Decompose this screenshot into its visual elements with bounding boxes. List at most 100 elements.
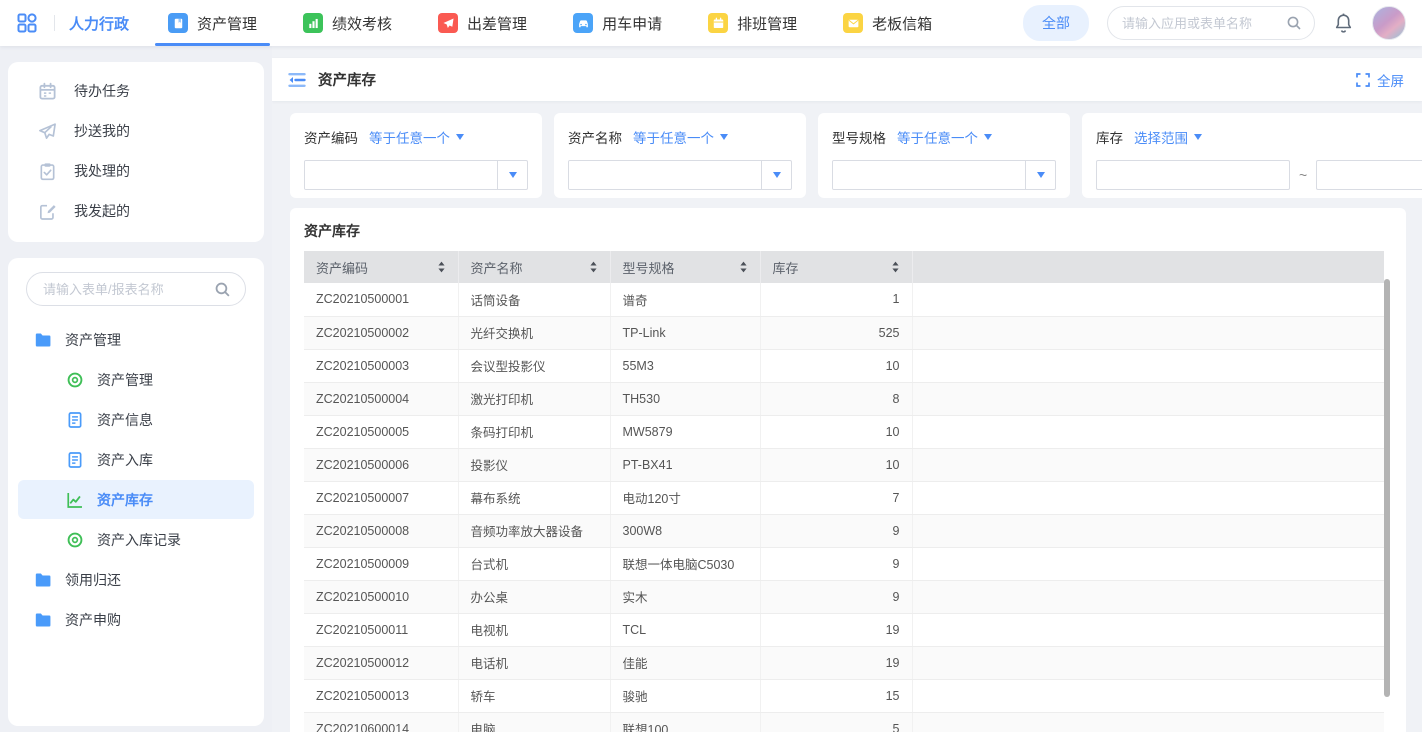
filter-value-input[interactable] <box>305 161 497 189</box>
nav-search-input[interactable] <box>1120 15 1278 32</box>
cell-stock: 525 <box>760 316 912 349</box>
tree-item-2[interactable]: 资产管理 <box>18 360 254 399</box>
cell-empty <box>912 547 1384 580</box>
page-title: 资产库存 <box>318 69 376 90</box>
filter-field-label: 库存 <box>1096 127 1123 147</box>
filter-operator-dropdown[interactable]: 等于任意一个 <box>897 127 992 147</box>
quick-item-3[interactable]: 我处理的 <box>8 151 264 191</box>
filter-value-input[interactable] <box>569 161 761 189</box>
tree-item-1[interactable]: 资产管理 <box>18 320 254 359</box>
filter-operator-dropdown[interactable]: 等于任意一个 <box>369 127 464 147</box>
filter-operator-dropdown[interactable]: 等于任意一个 <box>633 127 728 147</box>
combobox-dropdown-button[interactable] <box>497 161 527 189</box>
chevron-down-icon <box>720 134 728 140</box>
cell-code: ZC20210500013 <box>304 679 458 712</box>
nav-tab-5[interactable]: 排班管理 <box>685 0 820 46</box>
column-header-4[interactable]: 库存 <box>760 251 912 283</box>
table-row[interactable]: ZC20210500008音频功率放大器设备300W89 <box>304 514 1384 547</box>
tree-item-8[interactable]: 资产申购 <box>18 600 254 639</box>
sidebar-search-input[interactable] <box>41 281 206 298</box>
workspace-link[interactable]: 人力行政 <box>69 13 129 34</box>
send-icon <box>38 122 57 141</box>
range-from-input[interactable] <box>1096 160 1290 190</box>
filter-operator-label: 等于任意一个 <box>897 127 978 147</box>
cell-empty <box>912 415 1384 448</box>
all-apps-button[interactable]: 全部 <box>1023 5 1089 41</box>
table-row[interactable]: ZC20210500006投影仪PT-BX4110 <box>304 448 1384 481</box>
tree-item-6[interactable]: 资产入库记录 <box>18 520 254 559</box>
user-avatar[interactable] <box>1372 6 1406 40</box>
cell-code: ZC20210500003 <box>304 349 458 382</box>
sidebar: 待办任务 抄送我的 我处理的 我发起的 资产管理 资产管理 资产信息 <box>0 46 272 732</box>
notification-bell-icon[interactable] <box>1333 12 1354 35</box>
cell-name: 电脑 <box>458 712 610 732</box>
filter-value-input[interactable] <box>833 161 1025 189</box>
nav-tab-2[interactable]: 绩效考核 <box>280 0 415 46</box>
fullscreen-button[interactable]: 全屏 <box>1356 70 1404 90</box>
tree-item-3[interactable]: 资产信息 <box>18 400 254 439</box>
quick-item-2[interactable]: 抄送我的 <box>8 111 264 151</box>
filter-field-label: 资产编码 <box>304 127 358 147</box>
combobox-dropdown-button[interactable] <box>761 161 791 189</box>
column-header-3[interactable]: 型号规格 <box>610 251 760 283</box>
column-header-2[interactable]: 资产名称 <box>458 251 610 283</box>
column-header-label: 资产名称 <box>471 258 523 277</box>
sort-icon <box>437 261 446 273</box>
nav-app-tabs: 资产管理 绩效考核 出差管理 用车申请 排班管理 老板信箱 <box>145 0 955 46</box>
bar-chart-icon <box>303 13 323 33</box>
table-row[interactable]: ZC20210500001话筒设备谱奇1 <box>304 283 1384 316</box>
cell-empty <box>912 316 1384 349</box>
range-separator: ~ <box>1299 167 1307 183</box>
table-row[interactable]: ZC20210500011电视机TCL19 <box>304 613 1384 646</box>
table-row[interactable]: ZC20210500007幕布系统电动120寸7 <box>304 481 1384 514</box>
cell-model: 骏驰 <box>610 679 760 712</box>
cell-stock: 10 <box>760 349 912 382</box>
active-tab-underline <box>155 43 270 46</box>
nav-tab-4[interactable]: 用车申请 <box>550 0 685 46</box>
document-icon <box>66 411 84 429</box>
tree-item-7[interactable]: 领用归还 <box>18 560 254 599</box>
cell-stock: 9 <box>760 547 912 580</box>
cell-model: 联想100 <box>610 712 760 732</box>
tree-item-4[interactable]: 资产入库 <box>18 440 254 479</box>
cell-empty <box>912 712 1384 732</box>
table-row[interactable]: ZC20210500002光纤交换机TP-Link525 <box>304 316 1384 349</box>
filter-card: 资产编码 等于任意一个 <box>290 113 542 198</box>
tree-item-label: 资产管理 <box>97 370 153 390</box>
plane-icon <box>438 13 458 33</box>
combobox-dropdown-button[interactable] <box>1025 161 1055 189</box>
nav-tab-6[interactable]: 老板信箱 <box>820 0 955 46</box>
table-row[interactable]: ZC20210500013轿车骏驰15 <box>304 679 1384 712</box>
collapse-sidebar-icon[interactable] <box>288 72 306 88</box>
tree-item-5[interactable]: 资产库存 <box>18 480 254 519</box>
cell-model: 55M3 <box>610 349 760 382</box>
table-row[interactable]: ZC20210500010办公桌实木9 <box>304 580 1384 613</box>
filter-operator-dropdown[interactable]: 选择范围 <box>1134 127 1202 147</box>
cell-name: 办公桌 <box>458 580 610 613</box>
filter-range-row: ~ <box>1096 160 1422 190</box>
quick-item-1[interactable]: 待办任务 <box>8 71 264 111</box>
table-row[interactable]: ZC20210500003会议型投影仪55M310 <box>304 349 1384 382</box>
nav-tab-1[interactable]: 资产管理 <box>145 0 280 46</box>
table-panel: 资产库存 资产编码资产名称型号规格库存 ZC20210500001话筒设备谱奇1… <box>290 208 1406 732</box>
column-header-1[interactable]: 资产编码 <box>304 251 458 283</box>
sort-icon <box>589 261 598 273</box>
cell-empty <box>912 349 1384 382</box>
cell-name: 条码打印机 <box>458 415 610 448</box>
quick-item-4[interactable]: 我发起的 <box>8 191 264 231</box>
table-row[interactable]: ZC20210500004激光打印机TH5308 <box>304 382 1384 415</box>
tree-item-label: 资产入库记录 <box>97 530 181 550</box>
vertical-scrollbar[interactable] <box>1384 279 1390 697</box>
cell-code: ZC20210500011 <box>304 613 458 646</box>
cell-code: ZC20210500007 <box>304 481 458 514</box>
table-row[interactable]: ZC20210500012电话机佳能19 <box>304 646 1384 679</box>
table-row[interactable]: ZC20210600014电脑联想1005 <box>304 712 1384 732</box>
range-to-input[interactable] <box>1316 160 1422 190</box>
cell-model: 300W8 <box>610 514 760 547</box>
table-row[interactable]: ZC20210500009台式机联想一体电脑C50309 <box>304 547 1384 580</box>
asset-inventory-table: 资产编码资产名称型号规格库存 ZC20210500001话筒设备谱奇1ZC202… <box>304 251 1384 732</box>
nav-tab-3[interactable]: 出差管理 <box>415 0 550 46</box>
app-launcher-icon[interactable] <box>16 12 38 34</box>
fullscreen-icon <box>1356 73 1370 87</box>
table-row[interactable]: ZC20210500005条码打印机MW587910 <box>304 415 1384 448</box>
